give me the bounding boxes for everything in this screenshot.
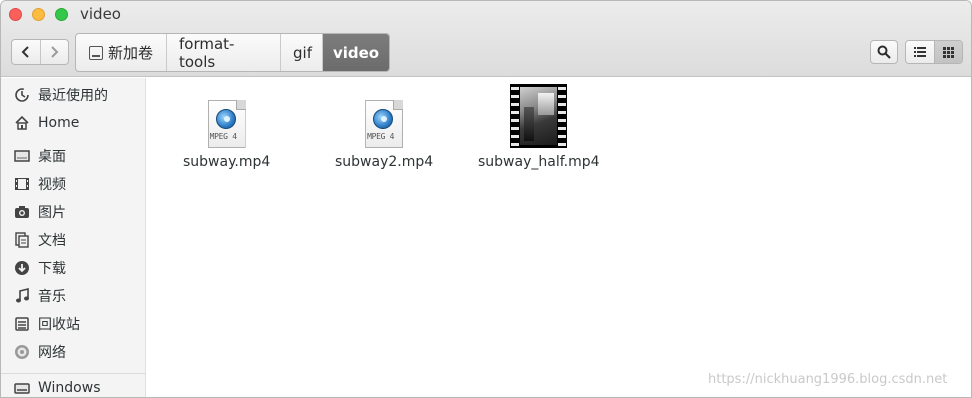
file-manager-window: video 新加卷 format-tools gif video 最近使用的 H… — [0, 0, 972, 398]
sidebar-item-videos[interactable]: 视频 — [1, 171, 146, 197]
view-mode-toggle — [905, 40, 963, 64]
breadcrumb: 新加卷 format-tools gif video — [75, 33, 390, 72]
sidebar-item-downloads[interactable]: 下载 — [1, 255, 146, 281]
breadcrumb-item-video[interactable]: video — [322, 34, 389, 71]
sidebar-item-pictures[interactable]: 图片 — [1, 199, 146, 225]
sidebar-item-label: 最近使用的 — [38, 88, 108, 104]
sidebar-item-label: 网络 — [38, 345, 66, 361]
sidebar-item-label: 图片 — [38, 205, 66, 221]
window-title: video — [80, 5, 121, 23]
document-icon — [13, 231, 31, 249]
sidebar-item-windows[interactable]: Windows — [1, 375, 146, 397]
maximize-window-button[interactable] — [55, 8, 68, 21]
sidebar-item-desktop[interactable]: 桌面 — [1, 143, 146, 169]
breadcrumb-label: 新加卷 — [108, 44, 154, 62]
sidebar-item-label: Home — [38, 115, 80, 131]
sidebar-item-label: 桌面 — [38, 149, 66, 165]
trash-icon — [13, 315, 31, 333]
mpeg4-icon: MPEG 4 — [365, 100, 404, 148]
places-sidebar: 最近使用的 Home 桌面 视频 图片 文档 下载 音乐 回收站 网络 Wind… — [1, 78, 146, 397]
sidebar-item-home[interactable]: Home — [1, 110, 146, 136]
video-thumbnail — [510, 84, 568, 148]
desktop-icon — [13, 147, 31, 165]
sidebar-item-label: 回收站 — [38, 317, 80, 333]
camera-icon — [13, 203, 31, 221]
sidebar-item-label: 文档 — [38, 233, 66, 249]
breadcrumb-label: gif — [293, 43, 312, 62]
chevron-right-icon — [51, 46, 59, 58]
video-icon — [13, 175, 31, 193]
minimize-window-button[interactable] — [32, 8, 45, 21]
chevron-left-icon — [21, 46, 29, 58]
forward-button[interactable] — [39, 40, 68, 64]
sidebar-item-label: Windows — [38, 380, 101, 396]
sidebar-item-trash[interactable]: 回收站 — [1, 311, 146, 337]
close-window-button[interactable] — [9, 8, 22, 21]
sidebar-divider — [1, 373, 146, 374]
file-name: subway_half.mp4 — [478, 154, 600, 170]
sidebar-item-music[interactable]: 音乐 — [1, 283, 146, 309]
grid-view-button[interactable] — [933, 41, 962, 63]
file-item[interactable]: subway_half.mp4 — [478, 84, 600, 170]
network-icon — [13, 343, 31, 361]
sidebar-item-recent[interactable]: 最近使用的 — [1, 82, 146, 108]
search-button[interactable] — [870, 40, 898, 64]
breadcrumb-item-volume[interactable]: 新加卷 — [76, 34, 166, 71]
history-nav — [11, 39, 69, 65]
sidebar-item-label: 音乐 — [38, 289, 66, 305]
sidebar-item-label: 视频 — [38, 177, 66, 193]
breadcrumb-label: video — [332, 43, 380, 62]
drive-icon — [89, 45, 103, 60]
file-view: MPEG 4 subway.mp4 MPEG 4 subway2.mp4 sub… — [147, 78, 971, 397]
list-view-button[interactable] — [906, 41, 934, 63]
home-icon — [13, 114, 31, 132]
breadcrumb-item-format-tools[interactable]: format-tools — [166, 34, 280, 71]
header-bar: video 新加卷 format-tools gif video — [1, 1, 971, 77]
mpeg4-icon: MPEG 4 — [207, 100, 246, 148]
music-icon — [13, 287, 31, 305]
drive-icon — [13, 379, 31, 397]
search-icon — [877, 45, 891, 59]
file-item[interactable]: MPEG 4 subway2.mp4 — [335, 84, 433, 170]
sidebar-item-label: 下载 — [38, 261, 66, 277]
list-view-icon — [913, 47, 926, 57]
download-icon — [13, 259, 31, 277]
file-item[interactable]: MPEG 4 subway.mp4 — [183, 84, 270, 170]
breadcrumb-item-gif[interactable]: gif — [280, 34, 322, 71]
sidebar-item-network[interactable]: 网络 — [1, 339, 146, 365]
file-name: subway.mp4 — [183, 154, 271, 170]
watermark: https://nickhuang1996.blog.csdn.net — [708, 372, 948, 387]
file-name: subway2.mp4 — [335, 154, 434, 170]
sidebar-item-documents[interactable]: 文档 — [1, 227, 146, 253]
grid-view-icon — [942, 46, 954, 58]
recent-icon — [13, 86, 31, 104]
back-button[interactable] — [12, 40, 40, 64]
breadcrumb-label: format-tools — [179, 34, 235, 71]
